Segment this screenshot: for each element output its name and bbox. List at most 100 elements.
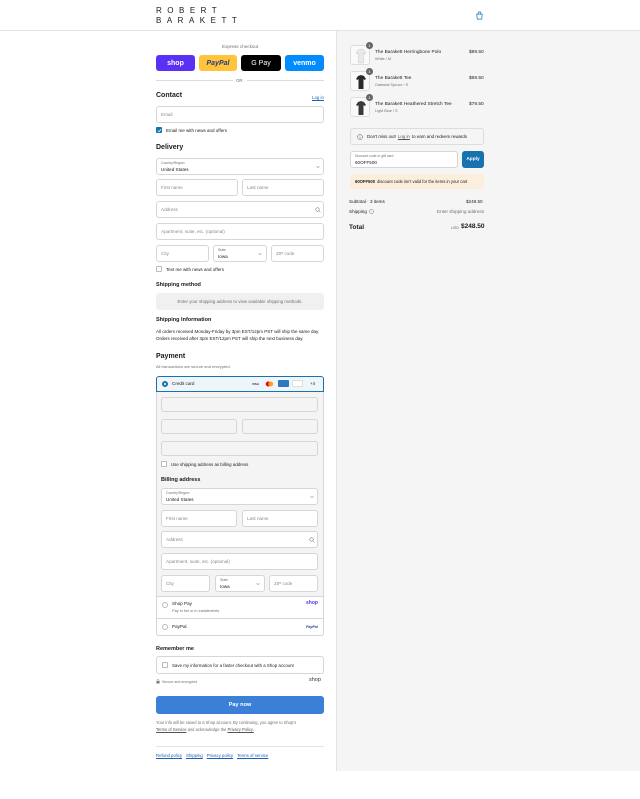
- divider: [156, 80, 233, 81]
- apartment-field[interactable]: Apartment, suite, etc. (optional): [156, 223, 324, 240]
- shop-pay-radio[interactable]: [162, 602, 168, 608]
- billing-country-select[interactable]: Country/Region United States: [161, 488, 318, 505]
- help-icon[interactable]: [369, 209, 374, 214]
- use-shipping-label: Use shipping address as billing address: [171, 462, 249, 467]
- secure-row: Secure and encrypted: [156, 679, 197, 684]
- chevron-down-icon: [258, 253, 262, 256]
- shipping-info-line-2: Orders received after 3pm EST/12pm PST w…: [156, 336, 304, 341]
- credit-card-option[interactable]: Credit card VISA +4: [156, 376, 324, 392]
- shop-pay-button[interactable]: shop: [156, 55, 195, 71]
- address-placeholder: Address: [161, 207, 178, 212]
- privacy-link[interactable]: Privacy Policy.: [227, 727, 253, 732]
- use-shipping-checkbox[interactable]: [161, 461, 167, 467]
- more-cards-label: +4: [310, 381, 316, 386]
- address-field[interactable]: Address: [156, 201, 324, 218]
- email-field[interactable]: Email: [156, 106, 324, 123]
- shipping-value: Enter shipping address: [437, 209, 484, 214]
- discount-input[interactable]: Discount code or gift card 60OFF500: [350, 151, 458, 168]
- text-me-label: Text me with news and offers: [166, 267, 224, 272]
- item-price: $69.50: [469, 76, 484, 81]
- check-icon: [157, 128, 161, 132]
- shop-logo: shop: [306, 600, 318, 606]
- shop-logo: shop: [309, 677, 321, 683]
- country-value: United States: [161, 167, 189, 172]
- shop-pay-option[interactable]: Shop Pay Pay in full or in installments …: [156, 597, 324, 619]
- state-label: State: [218, 248, 226, 252]
- last-name-field[interactable]: Last name: [242, 179, 324, 196]
- visa-icon: VISA: [252, 382, 260, 386]
- credit-card-label: Credit card: [172, 381, 195, 386]
- login-link[interactable]: Log in: [312, 95, 324, 100]
- logo-line-2: BARAKETT: [156, 15, 243, 25]
- logo-line-1: ROBERT: [156, 6, 223, 15]
- payment-title: Payment: [156, 353, 186, 360]
- bag-icon[interactable]: [475, 11, 484, 20]
- news-checkbox[interactable]: [156, 127, 162, 133]
- chevron-down-icon: [310, 496, 314, 499]
- divider: [247, 80, 324, 81]
- remember-label: Save my information for a faster checkou…: [172, 663, 294, 668]
- card-number-field[interactable]: [161, 397, 318, 412]
- remember-checkbox[interactable]: [162, 662, 168, 668]
- info-icon: [357, 133, 363, 140]
- venmo-button[interactable]: venmo: [285, 55, 324, 71]
- billing-title: Billing address: [161, 477, 201, 483]
- first-name-field[interactable]: First name: [156, 179, 238, 196]
- notice-text: Don't miss out!: [367, 134, 396, 139]
- state-select[interactable]: State Iowa: [213, 245, 267, 262]
- shipping-link[interactable]: Shipping: [186, 753, 203, 758]
- text-me-checkbox[interactable]: [156, 266, 162, 272]
- paypal-radio[interactable]: [162, 624, 168, 630]
- quantity-badge: 1: [366, 68, 373, 75]
- billing-last-name-field[interactable]: Last name: [242, 510, 318, 527]
- expiry-field[interactable]: [161, 419, 237, 434]
- item-price: $79.50: [469, 102, 484, 107]
- tos-link[interactable]: Terms of Service: [156, 727, 186, 732]
- total-value: $248.50: [461, 223, 485, 230]
- payment-subtitle: All transactions are secure and encrypte…: [156, 364, 231, 369]
- billing-apartment-field[interactable]: Apartment, suite, etc. (optional): [161, 553, 318, 570]
- security-code-field[interactable]: [242, 419, 318, 434]
- refund-policy-link[interactable]: Refund policy: [156, 753, 182, 758]
- google-pay-button[interactable]: G Pay: [241, 55, 281, 71]
- country-select[interactable]: Country/Region United States: [156, 158, 324, 175]
- mastercard-icon: [265, 381, 274, 387]
- billing-state-select[interactable]: State Iowa: [215, 575, 265, 592]
- billing-first-name-field[interactable]: First name: [161, 510, 237, 527]
- paypal-option[interactable]: PayPal PayPal: [156, 619, 324, 636]
- or-label: OR: [236, 78, 243, 83]
- shipping-info-title: Shipping Information: [156, 317, 212, 323]
- city-field[interactable]: City: [156, 245, 209, 262]
- billing-zip-field[interactable]: ZIP code: [269, 575, 318, 592]
- discover-icon: [292, 380, 303, 387]
- remember-box: Save my information for a faster checkou…: [156, 656, 324, 674]
- name-on-card-field[interactable]: [161, 441, 318, 456]
- credit-card-radio[interactable]: [162, 381, 168, 387]
- billing-city-field[interactable]: City: [161, 575, 210, 592]
- item-variant: White / M: [375, 57, 392, 61]
- apply-button[interactable]: Apply: [462, 151, 484, 168]
- contact-title: Contact: [156, 92, 183, 99]
- search-icon: [309, 537, 315, 543]
- item-variant: Oatmeal Spruce / S: [375, 83, 409, 87]
- shop-pay-sub: Pay in full or in installments: [172, 608, 220, 613]
- logo[interactable]: ROBERT BARAKETT: [156, 6, 242, 25]
- paypal-button[interactable]: PayPal: [199, 55, 237, 71]
- shipping-info-line-1: All orders received Monday-Friday by 3pm…: [156, 329, 320, 334]
- subtotal-label: Subtotal · 3 items: [349, 199, 385, 204]
- amex-icon: [278, 380, 289, 387]
- item-variant: Light Blue / S: [375, 109, 398, 113]
- login-link[interactable]: Log in: [398, 134, 410, 139]
- billing-state-value: Iowa: [220, 584, 230, 589]
- secure-label: Secure and encrypted: [162, 679, 198, 684]
- privacy-policy-link[interactable]: Privacy policy: [207, 753, 233, 758]
- discount-label: Discount code or gift card: [355, 154, 394, 158]
- item-name: The Barakett Tee: [375, 76, 412, 81]
- shipping-method-placeholder: Enter your shipping address to view avai…: [156, 293, 324, 310]
- shipping-row: Shipping: [349, 209, 374, 214]
- legal-text: Your info will be saved to a Shop accoun…: [156, 719, 324, 733]
- pay-now-button[interactable]: Pay now: [156, 696, 324, 714]
- billing-address-field[interactable]: Address: [161, 531, 318, 548]
- zip-field[interactable]: ZIP code: [271, 245, 324, 262]
- terms-link[interactable]: Terms of service: [237, 753, 268, 758]
